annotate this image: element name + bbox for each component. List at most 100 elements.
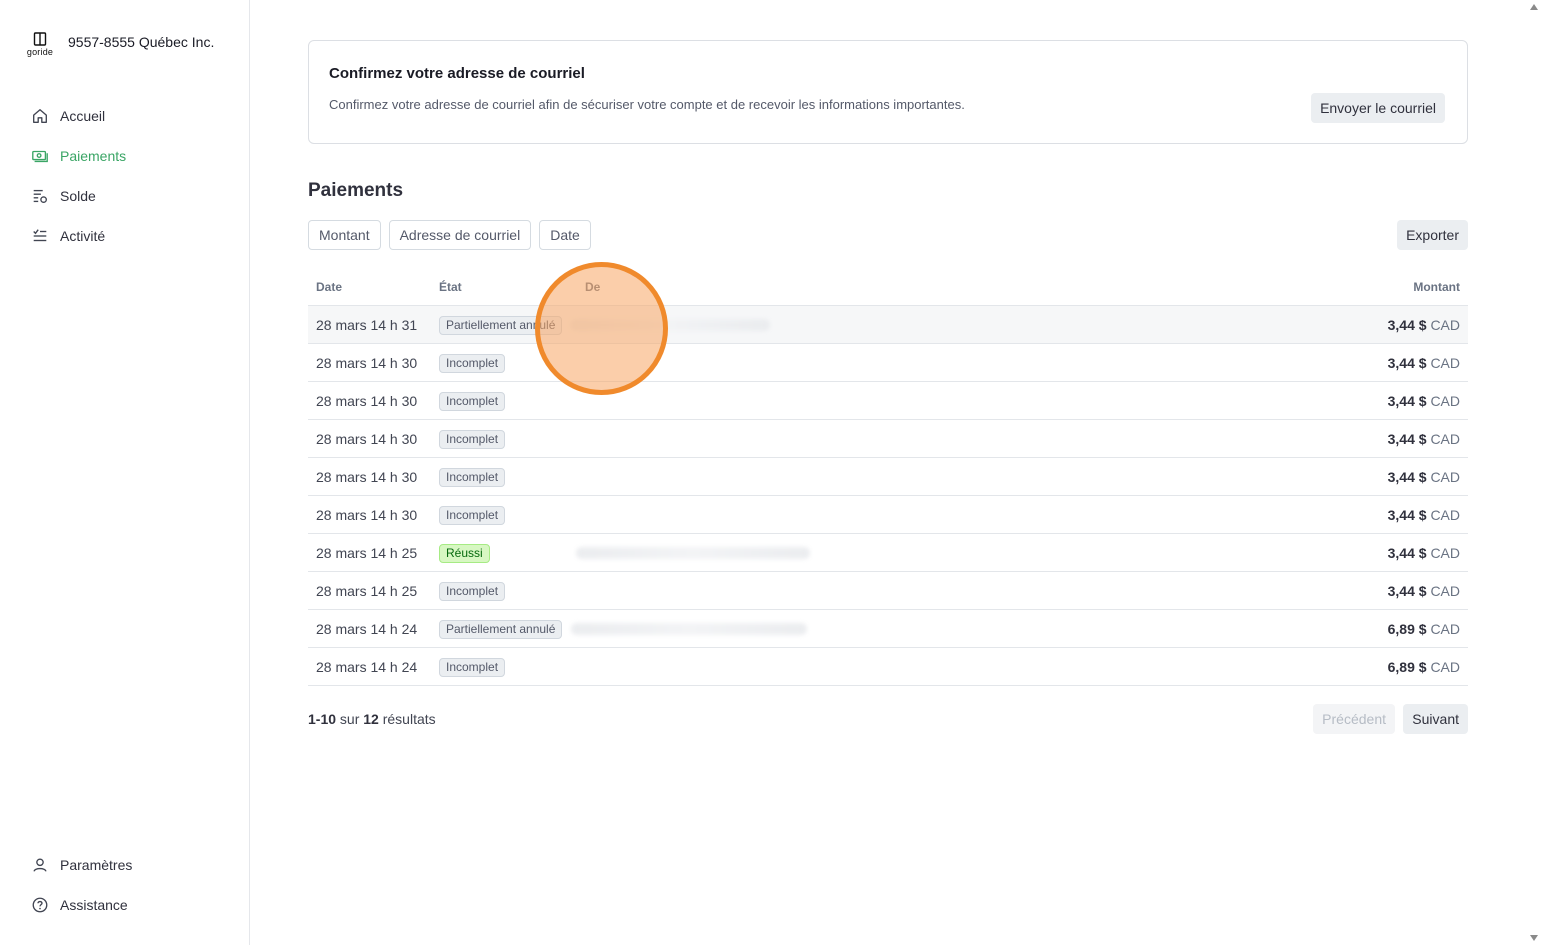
table-row[interactable]: 28 mars 14 h 25 Incomplet 3,44 $ CAD — [308, 572, 1468, 610]
payment-amount: 6,89 $ CAD — [1388, 621, 1460, 637]
activity-icon — [30, 226, 50, 246]
sidebar-item-assistance[interactable]: Assistance — [30, 893, 230, 917]
send-email-button[interactable]: Envoyer le courriel — [1311, 93, 1445, 123]
amount-value: 6,89 $ — [1387, 621, 1427, 637]
amount-value: 3,44 $ — [1387, 545, 1427, 561]
payment-date: 28 mars 14 h 30 — [316, 469, 418, 485]
payment-amount: 3,44 $ CAD — [1388, 317, 1460, 333]
payment-date: 28 mars 14 h 30 — [316, 393, 418, 409]
filter-date-button[interactable]: Date — [539, 220, 591, 250]
payment-date: 28 mars 14 h 31 — [316, 317, 418, 333]
amount-value: 3,44 $ — [1387, 393, 1427, 409]
payment-date: 28 mars 14 h 24 — [316, 659, 418, 675]
scroll-down-arrow-icon[interactable] — [1530, 935, 1538, 941]
sidebar-item-label: Solde — [60, 188, 96, 204]
sidebar-item-paiements[interactable]: Paiements — [30, 144, 230, 168]
filter-email-button[interactable]: Adresse de courriel — [388, 220, 532, 250]
next-page-button[interactable]: Suivant — [1403, 704, 1468, 734]
payment-amount: 3,44 $ CAD — [1388, 583, 1460, 599]
redacted-email — [570, 319, 770, 331]
status-badge: Incomplet — [439, 392, 506, 411]
banner-title: Confirmez votre adresse de courriel — [329, 65, 585, 82]
table-row[interactable]: 28 mars 14 h 24 Partiellement annulé 6,8… — [308, 610, 1468, 648]
sidebar-item-activite[interactable]: Activité — [30, 224, 230, 248]
pagination-range: 1-10 — [308, 711, 337, 727]
table-row[interactable]: 28 mars 14 h 30 Incomplet 3,44 $ CAD — [308, 420, 1468, 458]
home-icon — [30, 106, 50, 126]
table-row[interactable]: 28 mars 14 h 24 Incomplet 6,89 $ CAD — [308, 648, 1468, 686]
status-badge: Réussi — [439, 544, 490, 563]
payment-amount: 3,44 $ CAD — [1388, 469, 1460, 485]
redacted-email — [571, 623, 807, 635]
pagination-total: 12 — [363, 711, 379, 727]
table-row[interactable]: 28 mars 14 h 30 Incomplet 3,44 $ CAD — [308, 496, 1468, 534]
page-title: Paiements — [308, 180, 404, 201]
pagination-suffix: résultats — [382, 711, 436, 727]
amount-currency: CAD — [1430, 431, 1460, 447]
payment-date: 28 mars 14 h 30 — [316, 507, 418, 523]
amount-currency: CAD — [1430, 583, 1460, 599]
payment-date: 28 mars 14 h 24 — [316, 621, 418, 637]
status-badge: Incomplet — [439, 506, 506, 525]
payment-amount: 3,44 $ CAD — [1388, 507, 1460, 523]
pagination-sur: sur — [339, 711, 360, 727]
status-badge: Incomplet — [439, 658, 506, 677]
sidebar-item-label: Accueil — [60, 108, 106, 124]
amount-currency: CAD — [1430, 355, 1460, 371]
payment-amount: 6,89 $ CAD — [1388, 659, 1460, 675]
status-badge: Partiellement annulé — [439, 316, 563, 335]
payment-date: 28 mars 14 h 25 — [316, 545, 418, 561]
status-badge: Incomplet — [439, 354, 506, 373]
logo-text: goride — [26, 46, 54, 57]
email-confirm-banner: Confirmez votre adresse de courriel Conf… — [308, 40, 1468, 144]
payments-icon — [30, 146, 50, 166]
table-header: Date État De Montant — [308, 268, 1468, 306]
column-header-date[interactable]: Date — [316, 280, 342, 294]
amount-value: 3,44 $ — [1387, 431, 1427, 447]
amount-value: 6,89 $ — [1387, 659, 1427, 675]
sidebar-item-parametres[interactable]: Paramètres — [30, 853, 230, 877]
payment-amount: 3,44 $ CAD — [1388, 545, 1460, 561]
scrollbar[interactable] — [1527, 0, 1541, 945]
table-row[interactable]: 28 mars 14 h 30 Incomplet 3,44 $ CAD — [308, 382, 1468, 420]
amount-currency: CAD — [1430, 659, 1460, 675]
status-badge: Partiellement annulé — [439, 620, 563, 639]
payment-date: 28 mars 14 h 30 — [316, 355, 418, 371]
filter-bar: Montant Adresse de courriel Date — [308, 220, 599, 250]
column-header-state[interactable]: État — [439, 280, 462, 294]
table-row[interactable]: 28 mars 14 h 31 Partiellement annulé 3,4… — [308, 306, 1468, 344]
amount-currency: CAD — [1430, 393, 1460, 409]
main-content: Confirmez votre adresse de courriel Conf… — [308, 40, 1468, 734]
column-header-from[interactable]: De — [585, 280, 600, 294]
sidebar: goride 9557-8555 Québec Inc. Accueil Pai… — [0, 0, 250, 945]
payments-table: Date État De Montant 28 mars 14 h 31 Par… — [308, 268, 1468, 686]
help-icon — [30, 895, 50, 915]
status-badge: Incomplet — [439, 582, 506, 601]
payment-amount: 3,44 $ CAD — [1388, 431, 1460, 447]
sidebar-item-accueil[interactable]: Accueil — [30, 104, 230, 128]
table-row[interactable]: 28 mars 14 h 30 Incomplet 3,44 $ CAD — [308, 458, 1468, 496]
sidebar-nav: Accueil Paiements Solde Activité — [30, 104, 230, 264]
brand[interactable]: goride 9557-8555 Québec Inc. — [24, 28, 214, 60]
amount-value: 3,44 $ — [1387, 469, 1427, 485]
table-row[interactable]: 28 mars 14 h 25 Réussi 3,44 $ CAD — [308, 534, 1468, 572]
user-icon — [30, 855, 50, 875]
table-row[interactable]: 28 mars 14 h 30 Incomplet 3,44 $ CAD — [308, 344, 1468, 382]
scroll-up-arrow-icon[interactable] — [1530, 4, 1538, 10]
amount-value: 3,44 $ — [1387, 317, 1427, 333]
sidebar-item-label: Activité — [60, 228, 106, 244]
amount-currency: CAD — [1430, 317, 1460, 333]
export-button[interactable]: Exporter — [1397, 220, 1468, 250]
amount-value: 3,44 $ — [1387, 507, 1427, 523]
sidebar-item-solde[interactable]: Solde — [30, 184, 230, 208]
pagination-info: 1-10 sur 12 résultats — [308, 711, 436, 727]
previous-page-button[interactable]: Précédent — [1313, 704, 1395, 734]
column-header-amount[interactable]: Montant — [1413, 280, 1460, 294]
amount-value: 3,44 $ — [1387, 583, 1427, 599]
payment-date: 28 mars 14 h 25 — [316, 583, 418, 599]
sidebar-bottom-nav: Paramètres Assistance — [30, 853, 230, 933]
book-icon — [33, 31, 47, 46]
filter-amount-button[interactable]: Montant — [308, 220, 381, 250]
redacted-email — [576, 547, 810, 559]
status-badge: Incomplet — [439, 468, 506, 487]
